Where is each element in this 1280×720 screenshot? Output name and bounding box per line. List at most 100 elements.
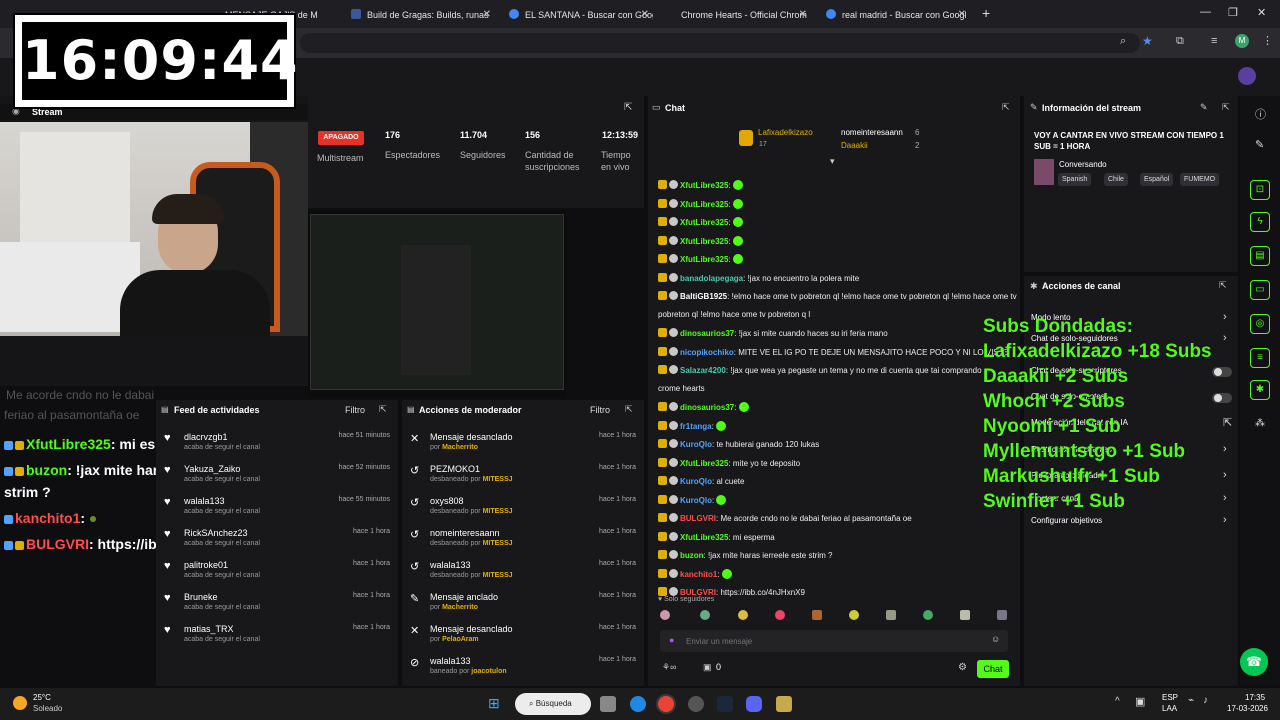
chat-message[interactable]: XfutLibre325: mi esperma bbox=[658, 531, 775, 542]
weather-desc[interactable]: Soleado bbox=[33, 704, 62, 713]
windows-start-icon[interactable]: ⊞ bbox=[488, 695, 500, 712]
feed-user[interactable]: Yakuza_Zaiko bbox=[184, 464, 240, 474]
chat-username[interactable]: dinosaurios37 bbox=[680, 403, 734, 412]
chat-message[interactable]: XfutLibre325: mite yo te deposito bbox=[658, 457, 800, 468]
document-icon[interactable]: ▤ bbox=[1250, 246, 1270, 266]
apps-icon[interactable]: ⁂ bbox=[1255, 418, 1265, 429]
info-icon[interactable]: ⓘ bbox=[1255, 106, 1266, 122]
chat-message[interactable]: dinosaurios37: bbox=[658, 402, 749, 412]
tool-icon[interactable]: ✱ bbox=[1250, 380, 1270, 400]
clock-time[interactable]: 17:35 bbox=[1245, 693, 1265, 702]
mod-item[interactable]: ✕ Mensaje desanclado por Macherrito hace 1 … bbox=[402, 430, 642, 462]
chat-message[interactable]: buzon: !jax mite haras ierreele este str… bbox=[658, 550, 832, 560]
maximize-icon[interactable]: ❐ bbox=[1228, 6, 1238, 19]
broadcast-icon[interactable]: ◎ bbox=[1250, 314, 1270, 334]
chat-username[interactable]: KuroQlo bbox=[680, 496, 712, 505]
chat-message[interactable]: dinosaurios37: !jax si mite cuando haces… bbox=[658, 328, 888, 338]
chat-username[interactable]: kanchito1 bbox=[680, 570, 717, 579]
channel-action-item[interactable]: Configurar objetivos bbox=[1031, 516, 1102, 525]
task-view-icon[interactable] bbox=[600, 696, 616, 712]
menu-icon[interactable]: ⋮ bbox=[1262, 34, 1273, 47]
tray-icon[interactable]: ▣ bbox=[1135, 695, 1145, 708]
chat-username[interactable]: XfutLibre325 bbox=[680, 255, 728, 264]
chrome-icon[interactable] bbox=[658, 696, 674, 712]
chat-message[interactable]: banadolapegaga: !jax no encuentro la pol… bbox=[658, 272, 859, 283]
popout-icon[interactable]: ⇱ bbox=[624, 102, 632, 113]
scan-icon[interactable]: ⊡ bbox=[1250, 180, 1270, 200]
bookmark-star-icon[interactable]: ★ bbox=[1142, 34, 1153, 48]
external-link-icon[interactable]: ⇱ bbox=[1223, 416, 1232, 429]
chat-message[interactable]: XfutLibre325: bbox=[658, 180, 743, 190]
chat-username[interactable]: XfutLibre325 bbox=[680, 459, 728, 468]
multistream-label[interactable]: Multistream bbox=[317, 152, 364, 164]
network-icon[interactable]: ⌁ bbox=[1188, 695, 1194, 706]
lightning-icon[interactable]: ϟ bbox=[1250, 212, 1270, 232]
obs-icon[interactable] bbox=[688, 696, 704, 712]
chevron-right-icon[interactable]: › bbox=[1223, 311, 1227, 323]
close-window-icon[interactable]: ✕ bbox=[1257, 6, 1266, 19]
chat-message[interactable]: fr1tanga: bbox=[658, 420, 727, 431]
feed-item[interactable]: ♥ palitroke01 acaba de seguir el canal hace… bbox=[156, 558, 396, 590]
chat-message[interactable]: crome hearts bbox=[658, 384, 705, 393]
chat-username[interactable]: KuroQlo bbox=[680, 477, 712, 486]
new-tab-button[interactable]: + bbox=[982, 5, 990, 21]
mod-item[interactable]: ⊘ walala133 baneado por joacotulon hace 1 h… bbox=[402, 654, 642, 686]
collapse-icon[interactable]: ▾ bbox=[830, 156, 835, 167]
feed-item[interactable]: ♥ walala133 acaba de seguir el canal hace 5… bbox=[156, 494, 396, 526]
filter-button[interactable]: Filtro bbox=[345, 405, 365, 415]
chat-message[interactable]: BaltiGB1925: !elmo hace ome tv pobreton … bbox=[658, 291, 1017, 301]
extensions-icon[interactable]: ⧉ bbox=[1176, 35, 1184, 48]
tray-arrow-icon[interactable]: ^ bbox=[1115, 696, 1120, 707]
mod-item[interactable]: ↺ walala133 desbaneado por MITESSJ hace 1 h… bbox=[402, 558, 642, 590]
emote-icon[interactable] bbox=[660, 610, 670, 620]
emoji-icon[interactable]: ☺ bbox=[991, 634, 1000, 644]
feed-user[interactable]: RickSAnchez23 bbox=[184, 528, 248, 538]
chat-username[interactable]: Salazar4200 bbox=[680, 366, 726, 375]
close-icon[interactable]: ✕ bbox=[483, 4, 491, 26]
feed-item[interactable]: ♥ RickSAnchez23 acaba de seguir el canal ha… bbox=[156, 526, 396, 558]
close-icon[interactable]: ✕ bbox=[641, 4, 649, 26]
popout-icon[interactable]: ⇱ bbox=[1002, 102, 1010, 113]
toggle-switch[interactable] bbox=[1212, 367, 1232, 377]
chat-username[interactable]: BULGVRI bbox=[680, 514, 716, 523]
browser-tab[interactable]: real madrid - Buscar con Googl ✕ bbox=[820, 4, 970, 26]
weather-temp[interactable]: 25°C bbox=[33, 693, 51, 702]
zoom-icon[interactable]: ⌕ bbox=[1120, 35, 1126, 48]
chat-icon[interactable]: ▭ bbox=[1250, 280, 1270, 300]
browser-tab[interactable]: Build de Gragas: Builds, runas ✕ bbox=[345, 4, 495, 26]
tag[interactable]: Spanish bbox=[1058, 173, 1092, 186]
chat-username[interactable]: XfutLibre325 bbox=[680, 218, 728, 227]
chat-username[interactable]: BaltiGB1925 bbox=[680, 292, 727, 301]
chat-input[interactable] bbox=[686, 633, 976, 649]
volume-icon[interactable]: ♪ bbox=[1203, 695, 1208, 706]
browser-tab[interactable]: EL SANTANA - Buscar con Goog ✕ bbox=[503, 4, 653, 26]
feed-user[interactable]: matias_TRX bbox=[184, 624, 234, 634]
url-field[interactable] bbox=[300, 33, 1140, 53]
user-avatar[interactable] bbox=[1238, 67, 1256, 85]
feed-user[interactable]: Bruneke bbox=[184, 592, 218, 602]
tag[interactable]: FUMEMO bbox=[1180, 173, 1220, 186]
emote-icon[interactable] bbox=[812, 610, 822, 620]
chat-message[interactable]: BULGVRI: Me acorde cndo no le dabai feri… bbox=[658, 513, 912, 523]
browser-tab[interactable]: Chrome Hearts - Official Chrom ✕ bbox=[661, 4, 811, 26]
mod-item[interactable]: ↺ nomeinteresaann desbaneado por MITESSJ ha… bbox=[402, 526, 642, 558]
discord-icon[interactable] bbox=[746, 696, 762, 712]
toggle-switch[interactable] bbox=[1212, 393, 1232, 403]
popout-icon[interactable]: ⇱ bbox=[1219, 280, 1227, 291]
chevron-right-icon[interactable]: › bbox=[1223, 492, 1227, 504]
chat-username[interactable]: banadolapegaga bbox=[680, 274, 743, 283]
pencil-icon[interactable]: ✎ bbox=[1255, 138, 1264, 151]
clock-date[interactable]: 17-03-2026 bbox=[1227, 704, 1268, 713]
settings-icon[interactable]: ⚙ bbox=[958, 662, 967, 673]
popout-icon[interactable]: ⇱ bbox=[379, 404, 387, 415]
filter-button[interactable]: Filtro bbox=[590, 405, 610, 415]
mod-item[interactable]: ↺ oxys808 desbaneado por MITESSJ hace 1 hor… bbox=[402, 494, 642, 526]
popout-icon[interactable]: ⇱ bbox=[1222, 102, 1230, 113]
chevron-right-icon[interactable]: › bbox=[1223, 443, 1227, 455]
chat-message[interactable]: XfutLibre325: bbox=[658, 235, 743, 246]
chat-message[interactable]: KuroQlo: te hubierai ganado 120 lukas bbox=[658, 439, 819, 449]
emote-icon[interactable] bbox=[700, 610, 710, 620]
emote-icon[interactable] bbox=[923, 610, 933, 620]
chat-message[interactable]: nicopikochiko: MITE VE EL IG PO TE DEJE … bbox=[658, 346, 1009, 357]
chat-username[interactable]: XfutLibre325 bbox=[680, 533, 728, 542]
